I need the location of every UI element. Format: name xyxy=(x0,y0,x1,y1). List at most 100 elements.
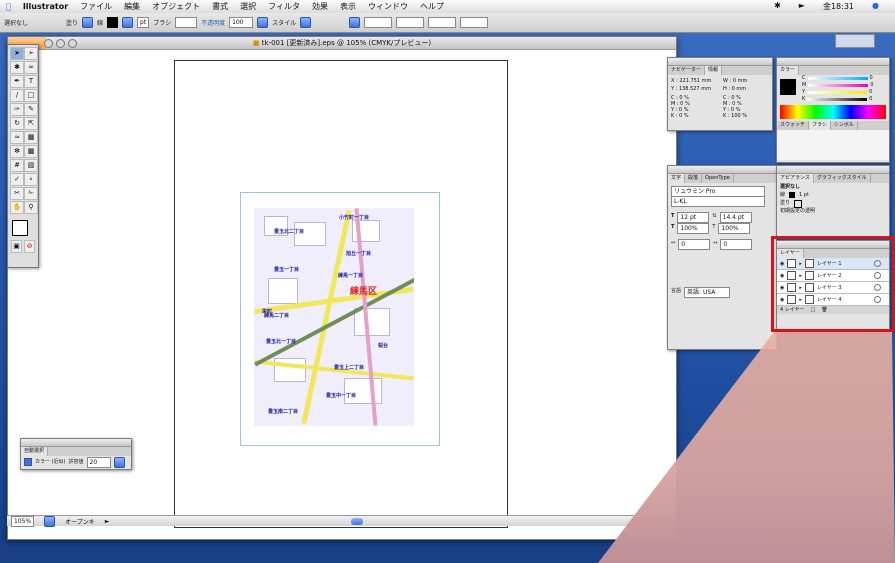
eyedropper-tool-icon[interactable]: ✓ xyxy=(10,173,24,186)
minimize-icon[interactable] xyxy=(56,39,65,48)
tolerance-dropdown[interactable] xyxy=(113,456,125,468)
menu-edit[interactable]: 編集 xyxy=(124,1,140,12)
volume-icon[interactable]: ► xyxy=(799,1,805,12)
app-menu[interactable]: Illustrator xyxy=(23,2,68,11)
menu-object[interactable]: オブジェクト xyxy=(152,1,200,12)
y-value[interactable]: 0 xyxy=(869,89,872,96)
zoom-dropdown[interactable] xyxy=(44,515,56,527)
opacity-field[interactable]: 100 xyxy=(229,17,254,28)
y-field[interactable] xyxy=(396,17,425,28)
spotlight-icon[interactable]: ● xyxy=(872,1,879,12)
tab-opentype[interactable]: OpenType xyxy=(702,174,734,183)
apple-menu-icon[interactable]:  xyxy=(6,2,11,11)
horizontal-scale-field[interactable]: 100% xyxy=(718,223,751,234)
stroke-swatch[interactable] xyxy=(789,192,796,198)
hand-tool-icon[interactable]: ✋ xyxy=(10,201,24,214)
line-tool-icon[interactable]: ∕ xyxy=(10,89,24,102)
tracking-field[interactable]: 0 xyxy=(720,239,753,250)
tab-brushes[interactable]: ブラシ xyxy=(809,121,831,130)
lasso-tool-icon[interactable]: ∞ xyxy=(24,61,38,74)
h-field[interactable] xyxy=(460,17,489,28)
m-value[interactable]: 0 xyxy=(870,82,873,89)
x-field[interactable] xyxy=(364,17,393,28)
menu-effect[interactable]: 効果 xyxy=(312,1,328,12)
tab-swatches[interactable]: スウォッチ xyxy=(777,121,810,130)
panel-header[interactable] xyxy=(777,58,889,66)
fill-dropdown[interactable] xyxy=(82,17,94,28)
vertical-scale-field[interactable]: 100% xyxy=(677,223,710,234)
zoom-tool-icon[interactable]: ⚲ xyxy=(24,201,38,214)
status-arrow-icon[interactable]: ► xyxy=(105,518,110,525)
fill-stroke-swatch[interactable] xyxy=(780,79,796,95)
color-checkbox[interactable] xyxy=(24,458,32,466)
w-field[interactable] xyxy=(428,17,457,28)
font-size-field[interactable]: 12 pt xyxy=(677,212,710,223)
scissors-tool-icon[interactable]: ✁ xyxy=(24,187,38,200)
symbol-tool-icon[interactable]: ✻ xyxy=(10,145,24,158)
clock[interactable]: 金18:31 xyxy=(823,1,854,12)
panel-header[interactable] xyxy=(668,58,772,66)
align-button[interactable] xyxy=(349,17,361,28)
menu-type[interactable]: 書式 xyxy=(212,1,228,12)
panel-header[interactable] xyxy=(777,166,889,174)
pen-tool-icon[interactable]: ✒ xyxy=(10,75,24,88)
zoom-field[interactable]: 105% xyxy=(11,515,35,527)
color-spectrum[interactable] xyxy=(780,105,886,119)
menu-window[interactable]: ウィンドウ xyxy=(368,1,408,12)
tolerance-field[interactable]: 20 xyxy=(86,456,111,468)
tab-paragraph[interactable]: 段落 xyxy=(685,174,703,183)
warp-tool-icon[interactable]: ≈ xyxy=(10,131,24,144)
tab-appearance[interactable]: アピアランス xyxy=(777,174,814,183)
none-color-icon[interactable]: ⊘ xyxy=(24,240,35,253)
rectangle-tool-icon[interactable]: □ xyxy=(24,89,38,102)
type-tool-icon[interactable]: T xyxy=(24,75,38,88)
scale-tool-icon[interactable]: ⇱ xyxy=(24,117,38,130)
menu-view[interactable]: 表示 xyxy=(340,1,356,12)
menu-help[interactable]: ヘルプ xyxy=(420,1,444,12)
screen-mode-icon[interactable]: ▣ xyxy=(11,240,22,253)
language-field[interactable]: 英語: USA xyxy=(684,287,731,298)
paintbrush-tool-icon[interactable]: ✑ xyxy=(10,103,24,116)
tab-graphic-styles[interactable]: グラフィックスタイル xyxy=(814,174,871,183)
style-dropdown[interactable] xyxy=(300,17,312,28)
stroke-swatch[interactable] xyxy=(107,17,119,28)
kerning-field[interactable]: 0 xyxy=(678,239,711,250)
map-artwork[interactable]: 豊玉北二丁目 小竹町一丁目 旭丘一丁目 豊玉一丁目 栄町 練馬一丁目 練馬区 練… xyxy=(254,208,414,426)
menu-filter[interactable]: フィルタ xyxy=(268,1,300,12)
slice-tool-icon[interactable]: ✂ xyxy=(10,187,24,200)
rotate-tool-icon[interactable]: ↻ xyxy=(10,117,24,130)
menu-select[interactable]: 選択 xyxy=(240,1,256,12)
k-value[interactable]: 0 xyxy=(869,96,872,103)
gradient-tool-icon[interactable]: ▧ xyxy=(24,159,38,172)
font-style-field[interactable]: L-KL xyxy=(671,196,765,207)
leading-field[interactable]: 14.4 pt xyxy=(719,212,752,223)
brush-field[interactable] xyxy=(175,17,198,28)
brush-list-area[interactable] xyxy=(777,130,889,160)
tab-magic-wand[interactable]: 自動選択 xyxy=(21,447,49,456)
mesh-tool-icon[interactable]: # xyxy=(10,159,24,172)
menu-file[interactable]: ファイル xyxy=(80,1,112,12)
stroke-dropdown[interactable] xyxy=(122,17,134,28)
horizontal-scrollbar[interactable] xyxy=(351,517,364,525)
tab-info[interactable]: 情報 xyxy=(705,66,723,75)
blend-tool-icon[interactable]: ∘ xyxy=(24,173,38,186)
c-slider[interactable] xyxy=(807,77,868,80)
c-value[interactable]: 0 xyxy=(870,75,873,82)
pencil-tool-icon[interactable]: ✎ xyxy=(24,103,38,116)
close-icon[interactable] xyxy=(44,39,53,48)
tab-navigator[interactable]: ナビゲーター xyxy=(668,66,706,75)
direct-selection-tool-icon[interactable]: ➣ xyxy=(24,47,38,60)
bluetooth-icon[interactable]: ✱ xyxy=(774,1,781,12)
graph-tool-icon[interactable]: ▩ xyxy=(24,145,38,158)
free-transform-tool-icon[interactable]: ▩ xyxy=(24,131,38,144)
panel-header[interactable] xyxy=(21,439,131,447)
fill-stroke-swatch[interactable] xyxy=(12,220,28,236)
magic-wand-tool-icon[interactable]: ✱ xyxy=(10,61,24,74)
zoom-icon[interactable] xyxy=(68,39,77,48)
y-slider[interactable] xyxy=(807,91,868,94)
tab-color[interactable]: カラー xyxy=(777,66,800,75)
tab-symbols[interactable]: シンボル xyxy=(831,121,858,130)
opacity-dropdown[interactable] xyxy=(257,17,269,28)
panel-header[interactable] xyxy=(668,166,776,174)
m-slider[interactable] xyxy=(808,84,869,87)
